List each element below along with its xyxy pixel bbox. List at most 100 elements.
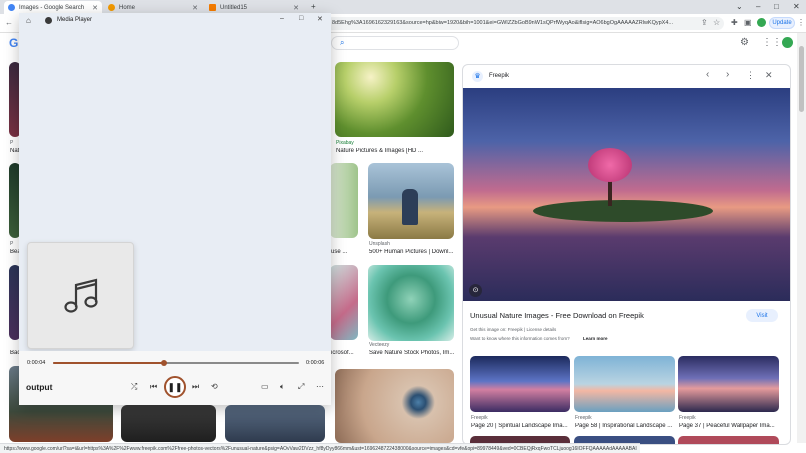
related-title[interactable]: Page 20 | Spiritual Landscape Ima... [471,423,569,429]
next-arrow-icon[interactable]: › [726,69,729,80]
track-title: output [26,382,53,392]
close-tab-icon[interactable]: ✕ [92,4,98,12]
person-figure [402,189,418,225]
tree-canopy [588,148,632,182]
music-note-icon [64,278,98,313]
mp-close-button[interactable]: ✕ [317,15,323,23]
maximize-window-button[interactable]: □ [774,2,779,11]
result-image[interactable] [368,265,454,341]
close-panel-icon[interactable]: ✕ [765,70,773,81]
google-logo[interactable]: G [9,36,18,50]
bookmark-star-icon[interactable]: ☆ [713,18,720,27]
apps-grid-icon[interactable]: ⋮⋮ [762,37,782,48]
panel-know-line: Want to know where this information come… [470,336,570,341]
pause-icon: ❚❚ [167,381,183,392]
tab-search-icon[interactable]: ⌄ [736,2,743,11]
result-title[interactable]: Nature Pictures & Images [HD ... [336,148,454,154]
back-arrow-icon[interactable]: ← [5,18,13,27]
close-window-button[interactable]: ✕ [793,2,800,11]
status-url: https://www.google.com/url?sa=i&url=http… [4,446,637,452]
minimize-window-button[interactable]: – [756,2,760,11]
address-bar[interactable]: 8d5Ehg%3A1696162329163&source=hp&biw=192… [326,17,724,30]
result-source: Pixabay [336,140,354,146]
more-options-icon[interactable]: ⋮ [746,70,755,81]
result-source: Unsplash [369,241,390,247]
miniplayer-icon[interactable]: ▭ [261,382,269,391]
share-icon[interactable]: ⇪ [701,18,708,27]
side-panel-icon[interactable]: ▣ [744,18,752,27]
related-image[interactable] [678,436,779,444]
settings-gear-icon[interactable]: ⚙ [740,37,749,48]
previous-arrow-icon[interactable]: ‹ [706,69,709,80]
volume-icon[interactable]: 🔈︎ [280,382,285,392]
related-image[interactable] [678,356,779,412]
mp-minimize-button[interactable]: – [280,15,284,22]
lens-search-icon[interactable]: ⊙ [469,284,482,297]
scrollbar-thumb[interactable] [799,46,804,112]
seek-handle[interactable] [160,360,167,366]
chrome-menu-icon[interactable]: ⋮ [797,18,805,27]
result-source: Vecteezy [369,342,390,348]
media-player-logo-icon [45,17,52,24]
fullscreen-icon[interactable]: ⤢ [298,382,304,392]
related-source: Freepik [471,415,488,421]
result-image[interactable] [335,62,454,137]
file-favicon-icon [209,4,216,11]
home-icon[interactable]: ⌂ [26,16,31,25]
address-bar-url: 8d5Ehg%3A1696162329163&source=hp&biw=192… [332,20,673,26]
panel-title[interactable]: Unusual Nature Images - Free Download on… [470,311,740,320]
related-image[interactable] [574,356,675,412]
previous-track-icon[interactable]: ⏮ [150,382,157,392]
search-icon[interactable]: ⌕ [340,38,344,48]
result-title[interactable]: icrosof... [331,350,359,356]
related-title[interactable]: Page 37 | Peaceful Wallpaper Ima... [679,423,778,429]
result-image[interactable] [330,265,358,340]
tab-title: Home [119,4,136,11]
new-tab-button[interactable]: + [311,2,316,11]
account-avatar[interactable] [782,37,793,48]
result-image[interactable] [330,163,358,238]
visit-button[interactable]: Visit [746,309,778,322]
image-preview-panel: ♛ Freepik ‹ › ⋮ ✕ ⊙ Unusual Nature Image… [462,64,791,445]
tab-title: Images - Google Search [19,4,85,11]
result-title[interactable]: 500+ Human Pictures | Downl... [369,249,455,255]
result-image[interactable] [121,405,216,442]
google-favicon-icon [8,4,15,11]
preview-image[interactable]: ⊙ [463,88,790,301]
more-options-icon[interactable]: ⋯ [316,382,324,391]
home-favicon-icon [108,4,115,11]
panel-source-name[interactable]: Freepik [489,73,509,79]
related-source: Freepik [679,415,696,421]
media-player-titlebar[interactable]: ⌂ Media Player – □ ✕ [19,13,331,28]
related-title[interactable]: Page 58 | Inspirational Landscape ... [575,423,674,429]
result-title[interactable]: Save Nature Stock Photos, Im... [369,350,455,356]
result-source: P [10,140,14,146]
mp-maximize-button[interactable]: □ [299,15,303,22]
seek-bar-progress [53,362,164,364]
tab-title: Untitled15 [220,4,248,11]
close-tab-icon[interactable]: ✕ [293,4,299,12]
learn-more-link[interactable]: Learn more [583,336,608,341]
island-shape [533,200,713,222]
related-source: Freepik [575,415,592,421]
result-image[interactable] [368,163,454,239]
pause-button[interactable]: ❚❚ [164,376,186,398]
total-time: 0:00:06 [306,360,325,366]
shuffle-icon[interactable]: ⤮ [131,382,137,392]
related-image[interactable] [470,356,570,412]
result-title[interactable]: use ... [331,249,359,255]
status-bar: https://www.google.com/url?sa=i&url=http… [0,443,640,453]
result-image[interactable] [225,405,325,442]
album-art [27,242,134,349]
search-bar[interactable]: ⌕ [331,36,459,50]
media-player-title: Media Player [57,17,93,23]
next-track-icon[interactable]: ⏭ [192,382,199,392]
result-image[interactable] [335,369,454,443]
repeat-icon[interactable]: ⟲ [211,382,218,391]
update-button[interactable]: Update [769,17,795,29]
close-tab-icon[interactable]: ✕ [192,4,198,12]
extensions-puzzle-icon[interactable]: ✚ [731,18,738,27]
profile-avatar[interactable] [757,18,766,27]
panel-info-line: Get this image on: Freepik | License det… [470,327,557,332]
result-source: P [10,241,14,247]
